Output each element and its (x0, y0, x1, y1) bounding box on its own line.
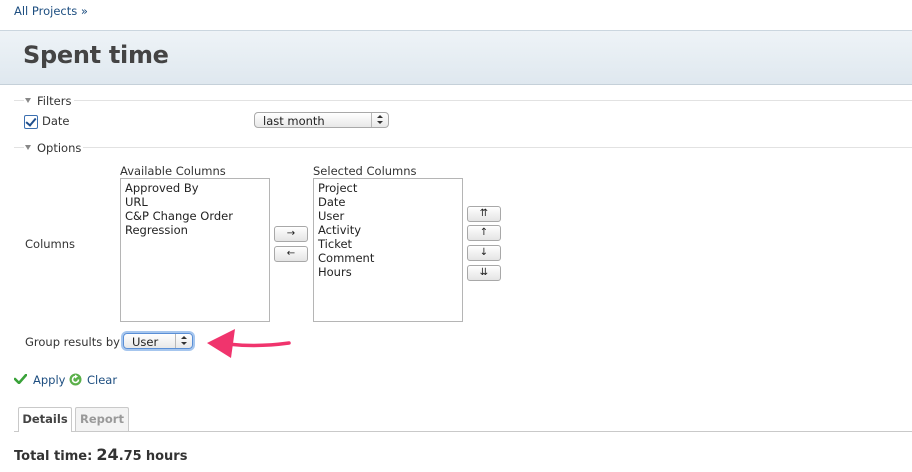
selected-columns-label: Selected Columns (313, 164, 417, 178)
list-item[interactable]: Approved By (125, 181, 269, 195)
select-arrows-icon (371, 113, 388, 127)
select-arrows-icon (175, 334, 192, 348)
group-by-select[interactable]: User (123, 333, 193, 349)
page-title: Spent time (23, 41, 169, 69)
tabs-underline (14, 431, 912, 432)
apply-link[interactable]: Apply (33, 373, 65, 387)
list-item[interactable]: URL (125, 195, 269, 209)
list-item[interactable]: Date (318, 195, 462, 209)
list-item[interactable]: Comment (318, 251, 462, 265)
apply-check-icon[interactable] (14, 374, 27, 384)
checkmark-icon (25, 115, 37, 127)
fieldset-border (14, 100, 24, 101)
move-right-button[interactable]: → (274, 226, 308, 242)
date-filter-label: Date (42, 114, 70, 128)
total-time-unit: hours (145, 449, 188, 464)
available-columns-label: Available Columns (120, 164, 226, 178)
list-item[interactable]: Regression (125, 223, 269, 237)
list-item[interactable]: User (318, 209, 462, 223)
move-left-button[interactable]: ← (274, 246, 308, 262)
collapse-triangle-icon (25, 98, 31, 103)
tab-details[interactable]: Details (18, 407, 72, 432)
collapse-triangle-icon (25, 145, 31, 150)
total-time-decimal: .75 (118, 449, 142, 464)
tab-report[interactable]: Report (75, 407, 129, 431)
fieldset-border (83, 147, 912, 148)
move-down-button[interactable]: ↓ (467, 245, 501, 261)
fieldset-border (74, 100, 912, 101)
breadcrumb: All Projects » (14, 4, 88, 18)
title-bar: Spent time (0, 30, 912, 85)
date-filter-checkbox[interactable] (24, 115, 38, 129)
group-by-label: Group results by (25, 335, 120, 349)
all-projects-link[interactable]: All Projects » (14, 4, 88, 18)
selected-columns-list[interactable]: Project Date User Activity Ticket Commen… (313, 178, 463, 322)
move-bottom-button[interactable]: ⇊ (467, 265, 501, 281)
fieldset-border (14, 147, 24, 148)
annotation-arrow-icon (207, 329, 291, 358)
reload-icon[interactable] (69, 373, 82, 386)
list-item[interactable]: Activity (318, 223, 462, 237)
move-top-button[interactable]: ⇈ (467, 206, 501, 222)
total-time-label: Total time: (14, 449, 93, 464)
clear-link[interactable]: Clear (87, 373, 117, 387)
total-time: Total time: 24.75 hours (14, 445, 187, 464)
list-item[interactable]: Project (318, 181, 462, 195)
date-operator-select[interactable]: last month (254, 112, 389, 128)
columns-label: Columns (25, 237, 76, 251)
move-up-button[interactable]: ↑ (467, 225, 501, 241)
list-item[interactable]: Ticket (318, 237, 462, 251)
list-item[interactable]: C&P Change Order (125, 209, 269, 223)
total-time-integer: 24 (96, 445, 119, 464)
list-item[interactable]: Hours (318, 265, 462, 279)
available-columns-list[interactable]: Approved By URL C&P Change Order Regress… (120, 178, 270, 322)
